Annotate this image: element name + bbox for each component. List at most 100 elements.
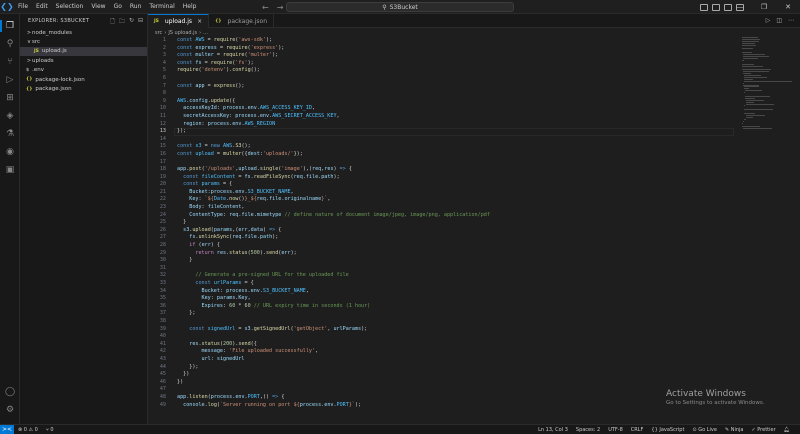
ports-indicator[interactable]: ⑂ 0 <box>42 427 58 433</box>
docker-icon[interactable]: ◈ <box>4 110 16 122</box>
problems-indicator[interactable]: ⊗ 0 ⚠ 0 <box>14 427 42 433</box>
code-line[interactable]: 31 <box>148 265 738 273</box>
code-line[interactable]: 48 app.listen(process.env.PORT,() => { <box>148 394 738 402</box>
code-line[interactable]: 14 <box>148 136 738 144</box>
more-actions-icon[interactable]: ⋯ <box>788 17 794 24</box>
tree-file[interactable]: $ .env <box>20 66 147 75</box>
code-line[interactable]: 16 const upload = multer({dest:'uploads/'… <box>148 151 738 159</box>
code-line[interactable]: 19 const fileContent = fs.readFileSync(r… <box>148 174 738 182</box>
source-control-icon[interactable]: ⑂ <box>4 56 16 68</box>
remote-indicator-button[interactable]: >< <box>0 424 14 434</box>
toggle-sidebar-icon[interactable] <box>700 3 708 11</box>
code-line[interactable]: 43 url: signedUrl <box>148 356 738 364</box>
code-line[interactable]: 39 const signedUrl = s3.getSignedUrl('ge… <box>148 326 738 334</box>
close-window-button[interactable]: ✕ <box>776 0 800 14</box>
code-line[interactable]: 7 const app = express(); <box>148 83 738 91</box>
encoding[interactable]: UTF-8 <box>604 427 627 433</box>
remote-explorer-icon[interactable]: ▣ <box>4 164 16 176</box>
code-editor[interactable]: 1 const AWS = require('aws-sdk'); 2 const e… <box>148 37 738 424</box>
breadcrumb-symbol[interactable]: ... <box>203 30 208 36</box>
code-line[interactable]: 29 return res.status(500).send(err); <box>148 250 738 258</box>
code-line[interactable]: 28 if (err) { <box>148 242 738 250</box>
code-line[interactable]: 22 Key: `${Date.now()}_${req.file.origin… <box>148 196 738 204</box>
tree-folder[interactable]: > uploads <box>20 56 147 65</box>
code-line[interactable]: 34 Bucket: process.env.S3_BUCKET_NAME, <box>148 288 738 296</box>
notifications-bell-icon[interactable]: 🔔︎ <box>780 427 794 433</box>
run-file-icon[interactable]: ▷ <box>766 17 771 24</box>
language-mode[interactable]: {} JavaScript <box>647 427 688 433</box>
code-line[interactable]: 49 console.log(`Server running on port $… <box>148 402 738 410</box>
prettier-indicator[interactable]: ✓ Prettier <box>747 427 779 433</box>
menu-selection[interactable]: Selection <box>52 0 88 14</box>
tab-package-json[interactable]: {} package.json <box>209 14 275 28</box>
toggle-panel-icon[interactable] <box>712 3 720 11</box>
code-line[interactable]: 45 }) <box>148 371 738 379</box>
tree-folder[interactable]: > node_modules <box>20 28 147 37</box>
run-debug-icon[interactable]: ▷ <box>4 74 16 86</box>
code-line[interactable]: 21 Bucket:process.env.S3_BUCKET_NAME, <box>148 189 738 197</box>
tree-file[interactable]: {} package.json <box>20 84 147 93</box>
menu-terminal[interactable]: Terminal <box>145 0 178 14</box>
code-line[interactable]: 23 Body: fileContent, <box>148 204 738 212</box>
code-line[interactable]: 38 <box>148 318 738 326</box>
tree-file[interactable]: JS upload.js <box>20 46 147 57</box>
breadcrumb-folder[interactable]: src <box>155 30 162 36</box>
code-line[interactable]: 37 }; <box>148 310 738 318</box>
github-icon[interactable]: ◉ <box>4 146 16 158</box>
menu-help[interactable]: Help <box>179 0 201 14</box>
code-line[interactable]: 10 accessKeyId: process.env.AWS_ACCESS_K… <box>148 105 738 113</box>
code-line[interactable]: 24 ContentType: req.file.mimetype // def… <box>148 212 738 220</box>
tab-upload-js[interactable]: JS upload.js × <box>148 14 210 28</box>
code-line[interactable]: 44 }); <box>148 364 738 372</box>
code-line[interactable]: 8 <box>148 90 738 98</box>
code-line[interactable]: 1 const AWS = require('aws-sdk'); <box>148 37 738 45</box>
code-line[interactable]: 33 const urlParams = { <box>148 280 738 288</box>
code-line[interactable]: 46}) <box>148 379 738 387</box>
code-line[interactable]: 6 <box>148 75 738 83</box>
new-folder-icon[interactable]: 🗀 <box>119 17 125 27</box>
menu-edit[interactable]: Edit <box>32 0 52 14</box>
code-line[interactable]: 13}); <box>148 128 738 136</box>
forward-arrow-icon[interactable]: → <box>277 3 284 12</box>
menu-view[interactable]: View <box>87 0 109 14</box>
code-line[interactable]: 15 const s3 = new AWS.S3(); <box>148 143 738 151</box>
menu-go[interactable]: Go <box>110 0 126 14</box>
code-line[interactable]: 26 s3.upload(params,(err,data) => { <box>148 227 738 235</box>
refresh-icon[interactable]: ↻ <box>129 17 134 27</box>
restore-button[interactable]: ❐ <box>752 0 776 14</box>
code-line[interactable]: 35 Key: params.Key, <box>148 295 738 303</box>
back-arrow-icon[interactable]: ← <box>262 3 269 12</box>
code-line[interactable]: 42 message: 'File uploaded successfully'… <box>148 348 738 356</box>
code-line[interactable]: 12 region: process.env.AWS_REGION <box>148 121 738 129</box>
indentation[interactable]: Spaces: 2 <box>572 427 604 433</box>
code-line[interactable]: 20 const params = { <box>148 181 738 189</box>
code-line[interactable]: 17 <box>148 159 738 167</box>
testing-icon[interactable]: ⚗ <box>4 128 16 140</box>
code-line[interactable]: 30 } <box>148 257 738 265</box>
end-of-line[interactable]: CRLF <box>627 427 648 433</box>
code-line[interactable]: 11 secretAccessKey: process.env.AWS_SECR… <box>148 113 738 121</box>
split-editor-icon[interactable]: ◫ <box>776 17 782 24</box>
code-line[interactable]: 27 fs.unlinkSync(req.file.path); <box>148 234 738 242</box>
code-line[interactable]: 41 res.status(200).send({ <box>148 341 738 349</box>
account-icon[interactable]: ◯ <box>4 386 16 398</box>
code-line[interactable]: 40 <box>148 333 738 341</box>
extensions-icon[interactable]: ⊞ <box>4 92 16 104</box>
close-tab-icon[interactable]: × <box>197 18 202 25</box>
minimap[interactable] <box>742 37 794 424</box>
code-line[interactable]: 18 app.post('/uploads',upload.single('ima… <box>148 166 738 174</box>
breadcrumb-file[interactable]: JS upload.js <box>168 30 197 36</box>
new-file-icon[interactable]: 🗋 <box>110 17 115 27</box>
explorer-icon[interactable]: ❐ <box>4 20 16 32</box>
menu-file[interactable]: File <box>14 0 32 14</box>
collapse-all-icon[interactable]: ⊟ <box>138 17 143 27</box>
code-line[interactable]: 4 const fs = require('fs'); <box>148 60 738 68</box>
code-line[interactable]: 3 const multer = require('multer'); <box>148 52 738 60</box>
code-line[interactable]: 32 // Generate a pre-signed URL for the … <box>148 272 738 280</box>
go-live-button[interactable]: ⊙ Go Live <box>688 427 721 433</box>
code-line[interactable]: 36 Expires: 60 * 60 // URL expiry time i… <box>148 303 738 311</box>
cursor-position[interactable]: Ln 13, Col 3 <box>534 427 572 433</box>
code-line[interactable]: 2 const express = require('express'); <box>148 45 738 53</box>
code-line[interactable]: 25 } <box>148 219 738 227</box>
ninja-indicator[interactable]: ✎ Ninja <box>721 427 748 433</box>
